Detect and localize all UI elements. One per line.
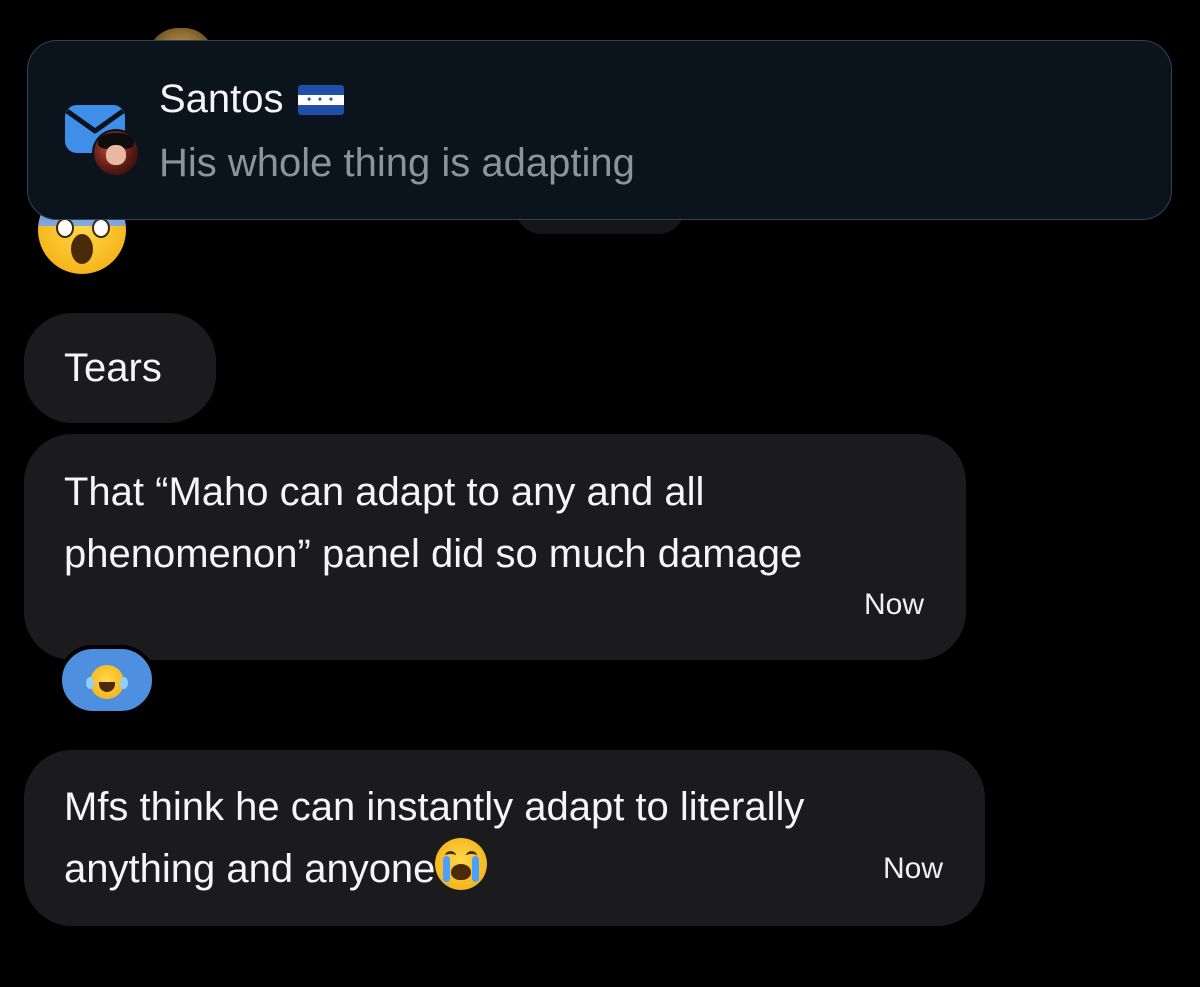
message-text: Tears [64,346,162,390]
notification-sender: Santos [159,77,284,121]
notification-preview: His whole thing is adapting [159,141,635,185]
notification-title: Santos ✦ ✦ ✦ [159,77,344,122]
message-bubble[interactable]: That “Maho can adapt to any and all phen… [24,434,966,660]
message-timestamp: Now [863,588,924,621]
message-text-body: Mfs think he can instantly adapt to lite… [64,785,805,891]
face-with-tears-of-joy-icon [86,665,128,699]
message-timestamp: Now [882,852,943,885]
chat-screen: Santos ✦ ✦ ✦ His whole thing is adapting… [0,0,1200,987]
message-text: Mfs think he can instantly adapt to lite… [64,776,955,900]
notification-banner[interactable]: Santos ✦ ✦ ✦ His whole thing is adapting [27,40,1172,220]
message-reaction[interactable] [58,645,156,715]
message-text: That “Maho can adapt to any and all phen… [64,470,803,576]
message-bubble[interactable]: Mfs think he can instantly adapt to lite… [24,750,985,926]
sender-avatar [92,129,140,177]
notification-app-icon [64,101,144,181]
message-bubble[interactable]: Tears [24,313,216,423]
honduras-flag-icon: ✦ ✦ ✦ [297,84,344,115]
loudly-crying-face-icon [435,838,488,890]
